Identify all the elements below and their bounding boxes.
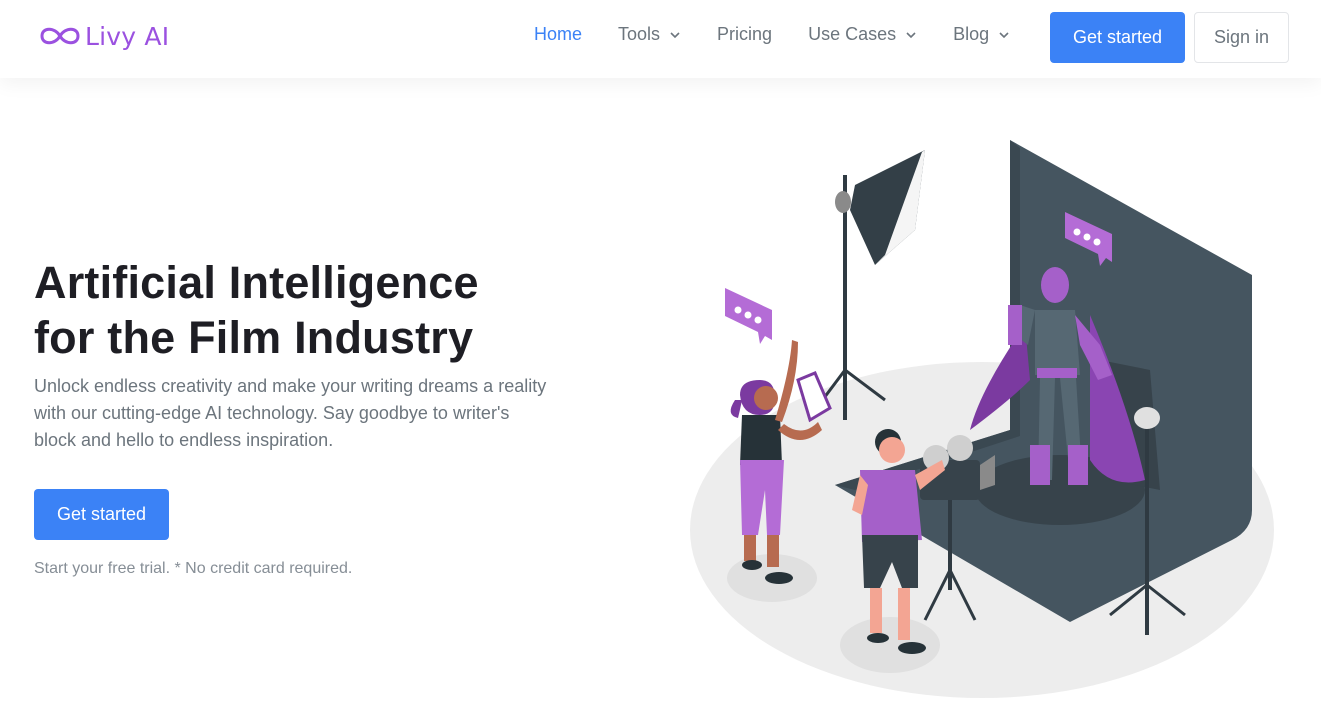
brand-logo-link[interactable]: Livy AI [37, 18, 169, 54]
navbar: Livy AI Home Tools Pricing Use Cases Blo… [0, 0, 1321, 78]
hero-title: Artificial Intelligence for the Film Ind… [34, 255, 634, 365]
nav-blog-label: Blog [953, 24, 990, 44]
infinity-icon [40, 27, 80, 45]
brand-name: Livy AI [85, 21, 170, 51]
nav-blog[interactable]: Blog [953, 24, 1010, 45]
nav-use-cases-label: Use Cases [808, 24, 897, 44]
nav-home-label: Home [534, 24, 583, 44]
hero-title-line1: Artificial Intelligence [34, 257, 479, 308]
nav-pricing[interactable]: Pricing [717, 24, 772, 45]
nav-tools-label: Tools [618, 24, 661, 44]
hero-note: Start your free trial. * No credit card … [34, 560, 353, 577]
speech-bubble-icon [725, 288, 772, 344]
nav-pricing-label: Pricing [717, 24, 773, 44]
chevron-down-icon [906, 31, 916, 38]
sign-in-button[interactable]: Sign in [1194, 12, 1289, 63]
nav-use-cases[interactable]: Use Cases [808, 24, 917, 45]
get-started-hero-button[interactable]: Get started [34, 489, 169, 540]
hero-title-line2: for the Film Industry [34, 312, 474, 363]
chevron-down-icon [670, 31, 680, 38]
hero-subtitle: Unlock endless creativity and make your … [34, 376, 547, 450]
chevron-down-icon [999, 31, 1009, 38]
main-nav: Home Tools Pricing Use Cases Blog [534, 24, 1046, 45]
film-studio-illustration [690, 140, 1274, 698]
get-started-nav-button[interactable]: Get started [1050, 12, 1185, 63]
nav-tools[interactable]: Tools [618, 24, 681, 45]
nav-home[interactable]: Home [534, 24, 582, 45]
